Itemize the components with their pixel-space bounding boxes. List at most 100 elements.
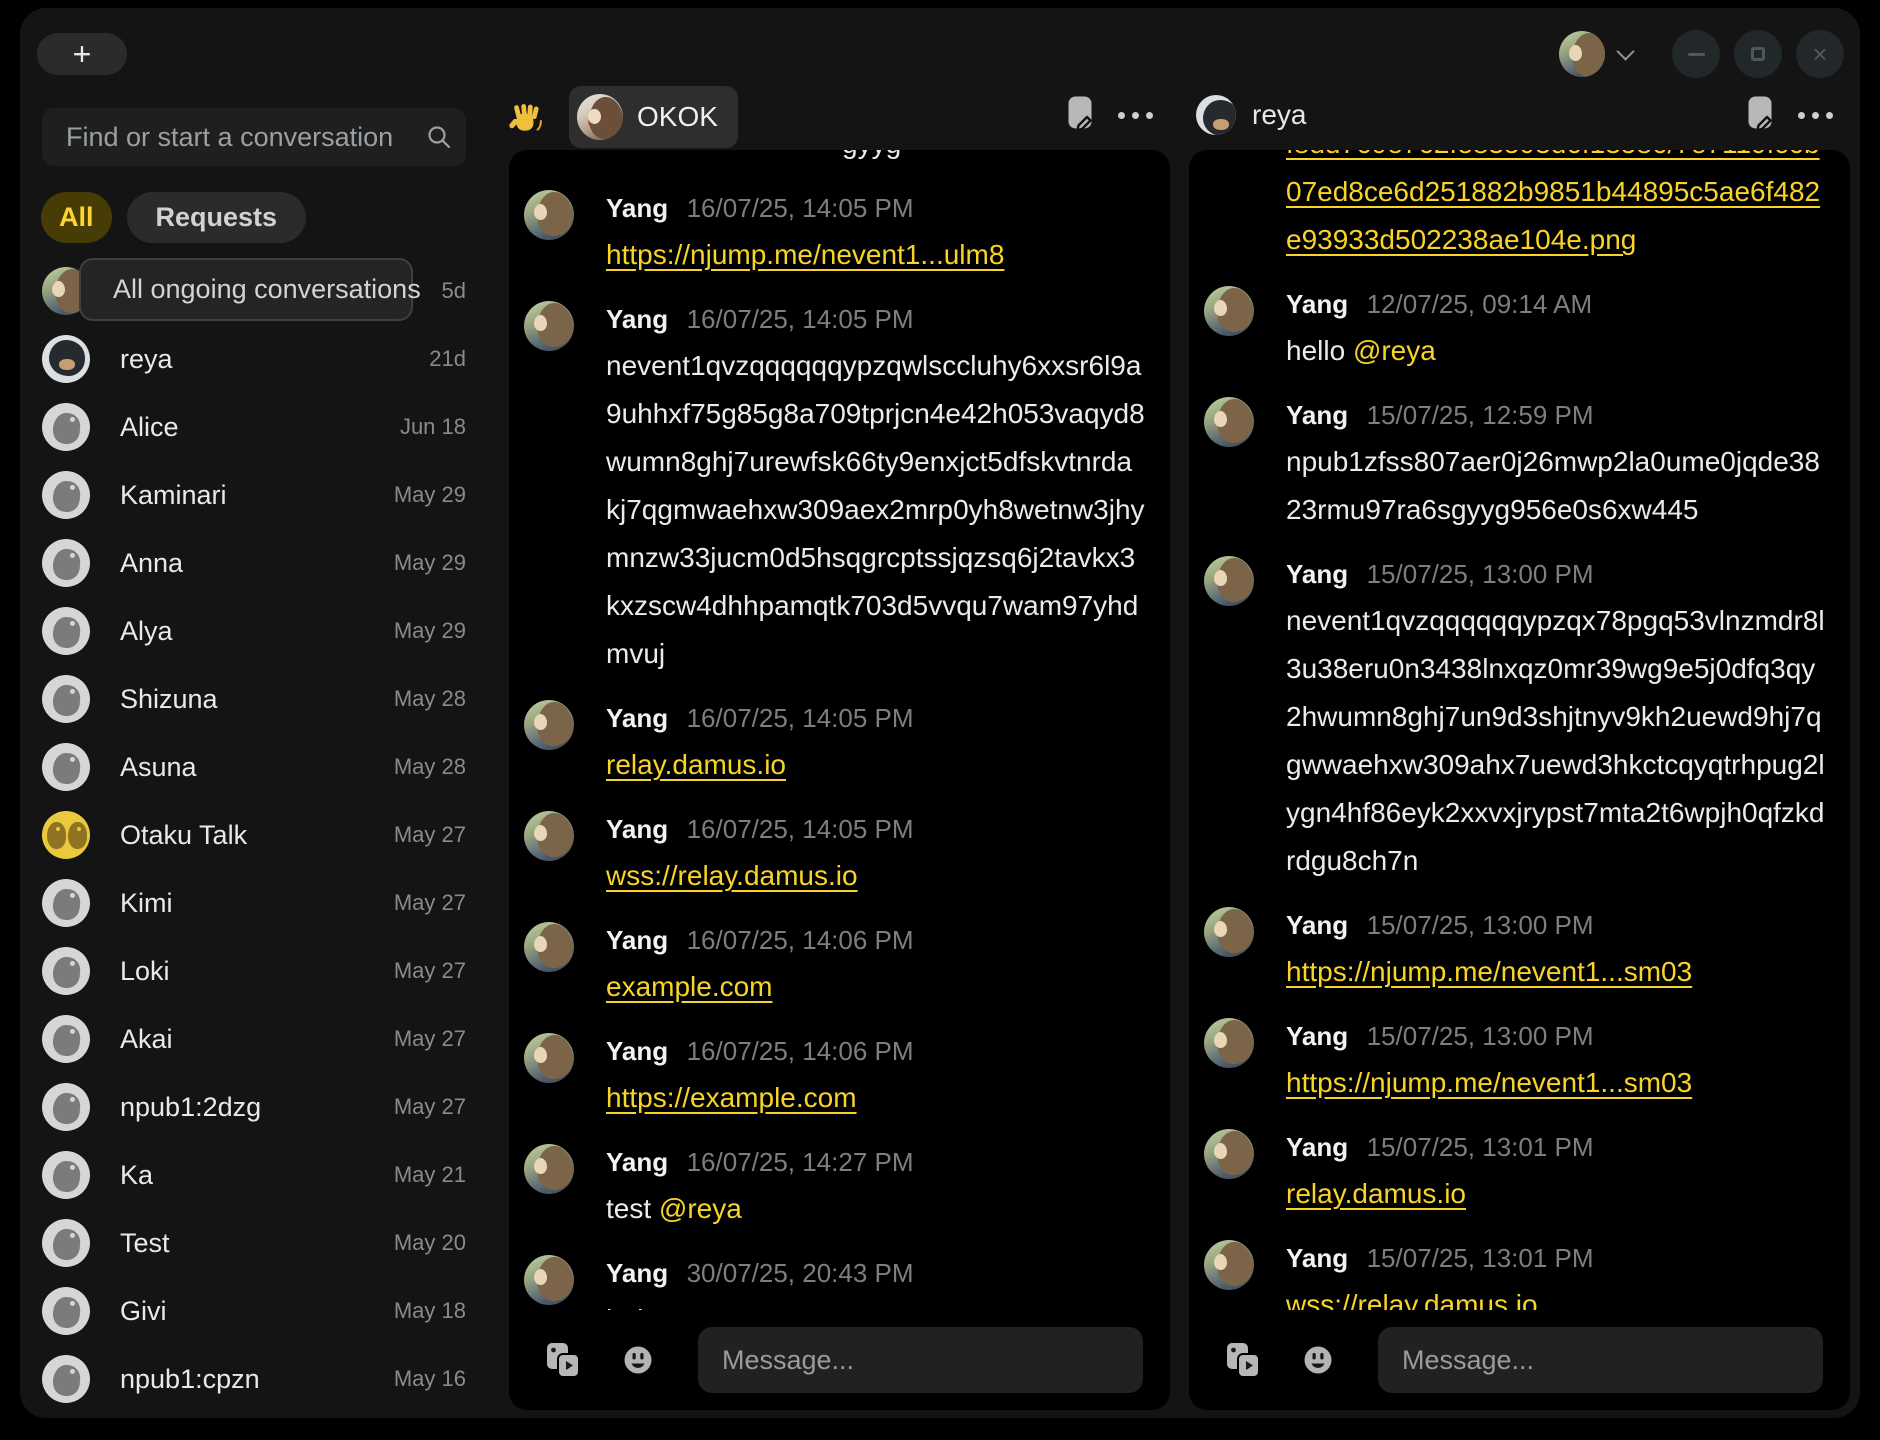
tab-all[interactable]: All: [41, 192, 112, 243]
message-author-avatar[interactable]: [1204, 1018, 1254, 1068]
chevron-down-icon[interactable]: [1616, 42, 1634, 60]
note-icon[interactable]: [1748, 96, 1772, 134]
message-part-link[interactable]: relay.damus.io: [606, 749, 786, 780]
message-author-avatar[interactable]: [1204, 397, 1254, 447]
conversation-list-item[interactable]: Ka May 21: [20, 1141, 490, 1209]
message-author-avatar[interactable]: [1204, 1129, 1254, 1179]
message-author[interactable]: Yang: [606, 703, 668, 733]
message-list[interactable]: gyyg Yang 16/07/25, 14:05 PM https://nju…: [509, 150, 1170, 1310]
conversation-list-item[interactable]: Givi May 18: [20, 1277, 490, 1345]
conversation-list-item[interactable]: npub1:2dzg May 27: [20, 1073, 490, 1141]
message-author-avatar[interactable]: [524, 1144, 574, 1194]
conversation-list-item[interactable]: Akai May 27: [20, 1005, 490, 1073]
message-part-link[interactable]: https://njump.me/nevent1...ulm8: [606, 239, 1004, 270]
conversation-list-item[interactable]: Anna May 29: [20, 529, 490, 597]
more-options-icon[interactable]: [1118, 112, 1153, 119]
note-icon[interactable]: [1068, 96, 1092, 134]
message-author[interactable]: Yang: [606, 1147, 668, 1177]
message-header: Yang 16/07/25, 14:06 PM: [606, 922, 1146, 963]
message-author[interactable]: Yang: [1286, 910, 1348, 940]
media-attach-icon[interactable]: [546, 1342, 580, 1378]
conversation-list-item[interactable]: Shizuna May 28: [20, 665, 490, 733]
minimize-button[interactable]: [1672, 30, 1720, 78]
message-author[interactable]: Yang: [1286, 1132, 1348, 1162]
conversation-list-item[interactable]: Kimi May 27: [20, 869, 490, 937]
message-author[interactable]: Yang: [1286, 559, 1348, 589]
message-part-link[interactable]: wss://relay.damus.io: [1286, 1289, 1538, 1310]
message-author-avatar[interactable]: [524, 1255, 574, 1305]
message-author-avatar[interactable]: [1204, 286, 1254, 336]
new-conversation-button[interactable]: +: [37, 33, 127, 75]
message-author-avatar[interactable]: [524, 1033, 574, 1083]
chat-partner-name: reya: [1252, 99, 1306, 131]
more-options-icon[interactable]: [1798, 112, 1833, 119]
message-author-avatar[interactable]: [1204, 907, 1254, 957]
message-input[interactable]: [698, 1327, 1143, 1393]
conversation-avatar: [42, 1083, 90, 1131]
message-text: relay.damus.io: [1286, 1170, 1826, 1218]
conversation-list-item[interactable]: Otaku Talk May 27: [20, 801, 490, 869]
conversation-list-item[interactable]: reya 21d: [20, 325, 490, 393]
message-author[interactable]: Yang: [606, 1036, 668, 1066]
conversation-list-item[interactable]: npub1:cpzn May 16: [20, 1345, 490, 1413]
conversation-list-item[interactable]: Kaminari May 29: [20, 461, 490, 529]
message-input[interactable]: [1378, 1327, 1823, 1393]
message-author[interactable]: Yang: [606, 814, 668, 844]
message-author-avatar[interactable]: [524, 190, 574, 240]
message-part-mention[interactable]: @reya: [659, 1193, 742, 1224]
message-author[interactable]: Yang: [1286, 289, 1348, 319]
close-button[interactable]: ×: [1796, 30, 1844, 78]
message-author-avatar[interactable]: [1204, 1240, 1254, 1290]
emoji-picker-icon[interactable]: [1302, 1344, 1334, 1376]
message-author-avatar[interactable]: [524, 922, 574, 972]
tooltip-all-conversations: All ongoing conversations: [79, 258, 413, 321]
conversation-list-item[interactable]: Alya May 29: [20, 597, 490, 665]
emoji-picker-icon[interactable]: [622, 1344, 654, 1376]
tab-requests[interactable]: Requests: [127, 192, 307, 243]
message-part-link[interactable]: wss://relay.damus.io: [606, 860, 858, 891]
message-header: Yang 16/07/25, 14:05 PM: [606, 811, 1146, 852]
message-timestamp: 15/07/25, 12:59 PM: [1367, 400, 1594, 430]
current-user-avatar[interactable]: [1559, 31, 1605, 77]
message-author[interactable]: Yang: [1286, 1021, 1348, 1051]
conversation-timestamp: May 28: [394, 686, 466, 712]
conversation-list-item[interactable]: Test May 20: [20, 1209, 490, 1277]
message-list[interactable]: f8dd769e762fe83593d6f13586/7e7119fc6b07e…: [1189, 150, 1850, 1310]
message-text: example.com: [606, 963, 1146, 1011]
message-part-longlink[interactable]: f8dd769e762fe83593d6f13586/7e7119fc6b07e…: [1286, 150, 1820, 255]
message-author-avatar[interactable]: [524, 301, 574, 351]
conversation-list-item[interactable]: Loki May 27: [20, 937, 490, 1005]
conversation-list-item[interactable]: Alice Jun 18: [20, 393, 490, 461]
message-part-link[interactable]: https://njump.me/nevent1...sm03: [1286, 956, 1692, 987]
search-input[interactable]: [42, 108, 466, 166]
conversation-timestamp: May 27: [394, 958, 466, 984]
conversation-avatar: [42, 471, 90, 519]
message-author[interactable]: Yang: [1286, 1243, 1348, 1273]
message: Yang 16/07/25, 14:05 PM wss://relay.damu…: [524, 811, 1146, 900]
message-text: npub1zfss807aer0j26mwp2la0ume0jqde3823rm…: [1286, 438, 1826, 534]
conversation-list-item[interactable]: Asuna May 28: [20, 733, 490, 801]
message-author[interactable]: Yang: [606, 1258, 668, 1288]
message-author[interactable]: Yang: [606, 925, 668, 955]
conversation-timestamp: May 27: [394, 1094, 466, 1120]
message-part-link[interactable]: relay.damus.io: [1286, 1178, 1466, 1209]
active-chat-pill[interactable]: OKOK: [569, 86, 738, 148]
message-part-link[interactable]: https://njump.me/nevent1...sm03: [1286, 1067, 1692, 1098]
message-part-link[interactable]: https://example.com: [606, 1082, 857, 1113]
conversation-name: Kaminari: [120, 480, 227, 511]
conversation-avatar: [42, 403, 90, 451]
message-part-link[interactable]: example.com: [606, 971, 773, 1002]
message-author-avatar[interactable]: [524, 700, 574, 750]
media-attach-icon[interactable]: [1226, 1342, 1260, 1378]
right-chat-title[interactable]: reya: [1196, 95, 1306, 135]
message-author[interactable]: Yang: [606, 304, 668, 334]
message-part-mention[interactable]: @reya: [1353, 335, 1436, 366]
conversation-avatar: [42, 1287, 90, 1335]
message-author-avatar[interactable]: [524, 811, 574, 861]
message-author-avatar[interactable]: [1204, 556, 1254, 606]
maximize-button[interactable]: [1734, 30, 1782, 78]
message-author[interactable]: Yang: [1286, 400, 1348, 430]
conversation-timestamp: May 29: [394, 482, 466, 508]
message-author[interactable]: Yang: [606, 193, 668, 223]
message-text: https://njump.me/nevent1...sm03: [1286, 948, 1826, 996]
